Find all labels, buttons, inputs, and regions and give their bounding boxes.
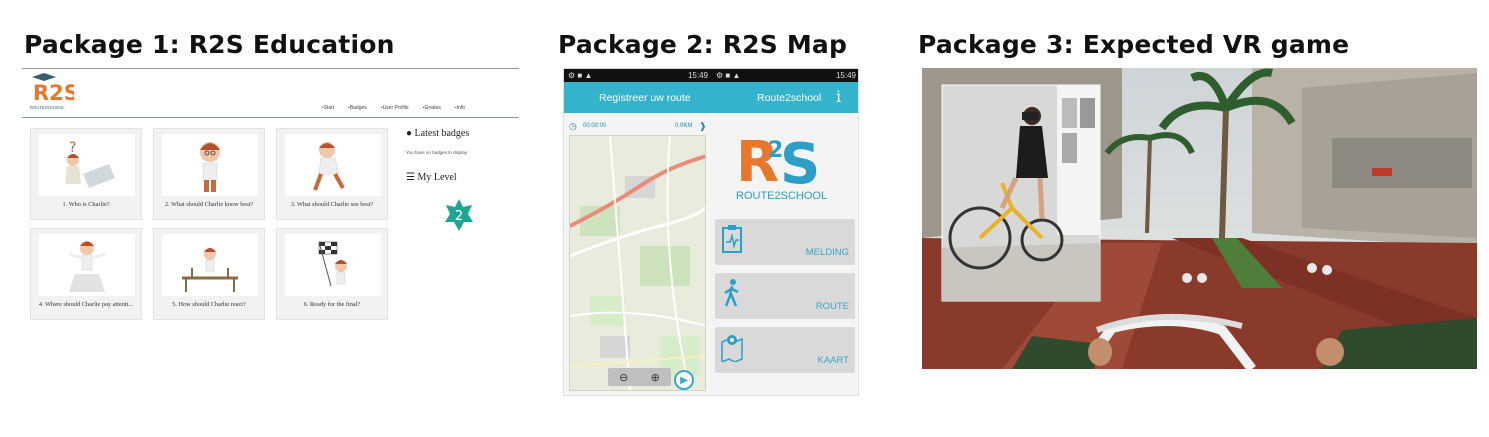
- app-header: Registreer uw route Route2school i: [564, 82, 858, 113]
- lesson-card-title: 6. Ready for the final?: [303, 301, 361, 308]
- status-icons: ⚙ ■ ▲: [568, 71, 593, 80]
- walking-person-icon: [724, 279, 739, 307]
- zoom-out-button[interactable]: ⊖: [619, 371, 628, 384]
- clipboard-icon: [722, 225, 742, 253]
- melding-label: MELDING: [805, 247, 849, 258]
- my-level-heading: ☰ My Level: [406, 172, 457, 183]
- status-icons: ⚙ ■ ▲: [716, 71, 741, 80]
- my-level-label: My Level: [417, 172, 457, 183]
- kaart-button[interactable]: KAART: [715, 327, 855, 373]
- level-star-badge: 2: [445, 199, 473, 231]
- charlie-confused-illustration: ?: [39, 134, 135, 196]
- badge-gear-icon: ●: [406, 128, 413, 139]
- lesson-card-title: 2. What should Charlie know best?: [164, 201, 254, 208]
- package2-title: Package 2: R2S Map: [558, 30, 848, 59]
- charlie-thinking-illustration: [162, 134, 258, 196]
- timer-value: 00:00:00: [583, 123, 607, 129]
- nav-start[interactable]: Start: [322, 105, 334, 111]
- map-pin-icon: [721, 335, 743, 362]
- app-name-title: Route2school: [757, 92, 822, 104]
- melding-button[interactable]: MELDING: [715, 219, 855, 265]
- education-topbar: R2S ROUTE2SCHOOL Start Badges User Profi…: [22, 68, 519, 118]
- route-button[interactable]: ROUTE: [715, 273, 855, 319]
- route2school-logo: R S 2 ROUTE2SCHOOL: [736, 130, 827, 202]
- svg-text:R2S: R2S: [33, 81, 74, 105]
- latest-badges-heading: ● Latest badges: [406, 128, 469, 139]
- svg-text:S: S: [780, 132, 820, 197]
- status-bar-right: ⚙ ■ ▲ 15:49: [712, 69, 858, 82]
- zoom-controls: ⊖ ⊕: [608, 368, 671, 386]
- walker-icon: ❱: [699, 121, 707, 131]
- route-label: ROUTE: [815, 301, 849, 312]
- nav-user-profile[interactable]: User Profile: [381, 105, 409, 111]
- lesson-card[interactable]: 5. How should Charlie react?: [153, 228, 265, 320]
- lesson-card[interactable]: 4. Where should Charlie pay attenti...: [30, 228, 142, 320]
- charlie-finish-flag-illustration: [285, 234, 381, 296]
- lesson-card-title: 3. What should Charlie see best?: [290, 201, 374, 208]
- map-tiles: [570, 136, 705, 390]
- education-nav: Start Badges User Profile Grades Info: [322, 105, 465, 111]
- package3-title: Package 3: Expected VR game: [918, 30, 1350, 59]
- svg-text:ROUTE2SCHOOL: ROUTE2SCHOOL: [30, 105, 65, 110]
- status-time-right: 15:49: [835, 71, 856, 80]
- no-badges-text: You have no badges to display: [406, 150, 468, 155]
- route-map[interactable]: [569, 135, 706, 391]
- level-value: 2: [455, 209, 463, 224]
- lesson-card[interactable]: 6. Ready for the final?: [276, 228, 388, 320]
- latest-badges-label: Latest badges: [414, 128, 470, 139]
- lesson-card-title: 5. How should Charlie react?: [172, 301, 246, 308]
- vr-game-screenshot: [922, 68, 1477, 369]
- lesson-card-title: 4. Where should Charlie pay attenti...: [38, 301, 134, 308]
- play-button[interactable]: ▶: [674, 370, 694, 390]
- menu-lines-icon: ☰: [406, 172, 415, 183]
- lesson-card-title: 1. Who is Charlie?: [62, 201, 110, 208]
- charlie-looking-illustration: [285, 134, 381, 196]
- r2s-logo[interactable]: R2S ROUTE2SCHOOL: [28, 72, 74, 116]
- kaart-label: KAART: [817, 355, 849, 366]
- status-bar-left: ⚙ ■ ▲ 15:49: [564, 69, 712, 82]
- charlie-balancing-illustration: [39, 234, 135, 296]
- education-screenshot: R2S ROUTE2SCHOOL Start Badges User Profi…: [22, 68, 520, 328]
- map-app-screenshot: ⚙ ■ ▲ 15:49 ⚙ ■ ▲ 15:49 Registreer uw ro…: [563, 68, 859, 396]
- status-time-left: 15:49: [687, 71, 708, 80]
- lesson-card[interactable]: 2. What should Charlie know best?: [153, 128, 265, 220]
- svg-text:?: ?: [69, 140, 76, 156]
- play-icon: ▶: [680, 374, 688, 386]
- vr-street-scene: [922, 68, 1477, 369]
- lesson-card[interactable]: ? 1. Who is Charlie?: [30, 128, 142, 220]
- charlie-bridge-illustration: [162, 234, 258, 296]
- info-icon[interactable]: i: [836, 87, 841, 106]
- clock-icon: ◷: [569, 121, 577, 131]
- zoom-in-button[interactable]: ⊕: [651, 371, 660, 384]
- svg-text:2: 2: [768, 138, 783, 163]
- nav-grades[interactable]: Grades: [423, 105, 440, 111]
- distance-value: 0.0KM: [675, 123, 693, 129]
- package1-title: Package 1: R2S Education: [24, 30, 395, 59]
- nav-info[interactable]: Info: [455, 105, 465, 111]
- logo-subtitle: ROUTE2SCHOOL: [736, 190, 827, 202]
- lesson-card[interactable]: 3. What should Charlie see best?: [276, 128, 388, 220]
- route-stats: ◷ 00:00:00 0.0KM ❱: [569, 121, 709, 135]
- nav-badges[interactable]: Badges: [348, 105, 367, 111]
- register-route-title: Registreer uw route: [599, 92, 691, 104]
